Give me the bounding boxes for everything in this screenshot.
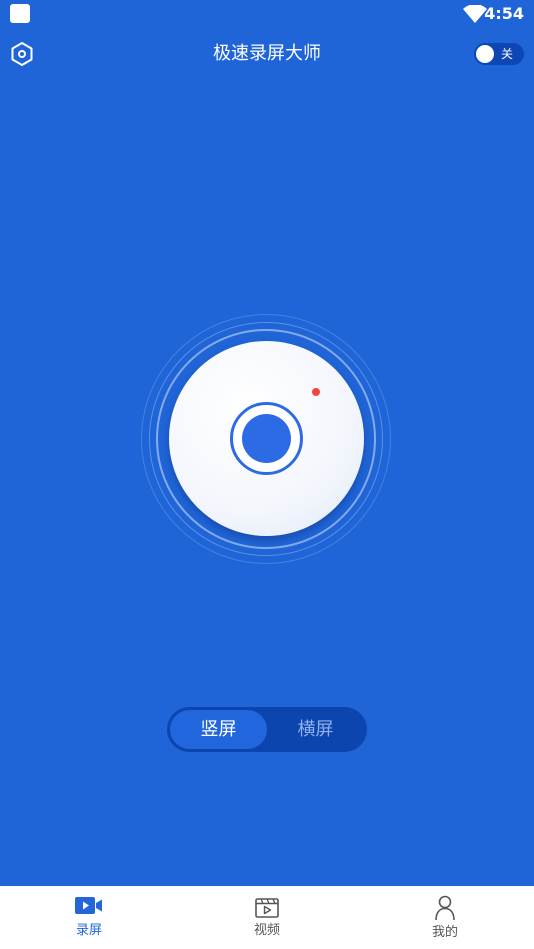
recording-indicator-dot	[312, 388, 320, 396]
toggle-label: 关	[501, 47, 514, 61]
bottom-nav: 录屏 视频 我的	[0, 886, 534, 949]
record-screen: 4:54 极速录屏大师 关 竖屏 横屏 录屏 视频 我的	[0, 0, 534, 949]
floating-toggle[interactable]: 关	[474, 43, 524, 65]
record-area	[141, 314, 391, 564]
video-camera-icon	[75, 897, 102, 914]
toggle-knob	[476, 45, 494, 63]
nav-item-video[interactable]: 视频	[178, 886, 356, 949]
user-icon	[435, 895, 455, 920]
page-title: 极速录屏大师	[213, 43, 321, 64]
orientation-switch: 竖屏 横屏	[167, 707, 367, 752]
landscape-option[interactable]: 横屏	[267, 710, 364, 749]
record-icon-core	[242, 414, 291, 463]
nav-label-video: 视频	[253, 923, 280, 938]
status-bar: 4:54	[0, 0, 534, 28]
nav-item-mine[interactable]: 我的	[356, 886, 534, 949]
portrait-option[interactable]: 竖屏	[170, 710, 267, 749]
app-notification-icon	[10, 4, 30, 23]
record-icon	[230, 402, 303, 475]
nav-label-mine: 我的	[431, 925, 458, 940]
status-time: 4:54	[484, 4, 524, 23]
record-button[interactable]	[169, 341, 364, 536]
video-clapper-icon	[255, 898, 279, 918]
nav-item-record[interactable]: 录屏	[0, 886, 178, 949]
nav-label-record: 录屏	[75, 923, 102, 938]
